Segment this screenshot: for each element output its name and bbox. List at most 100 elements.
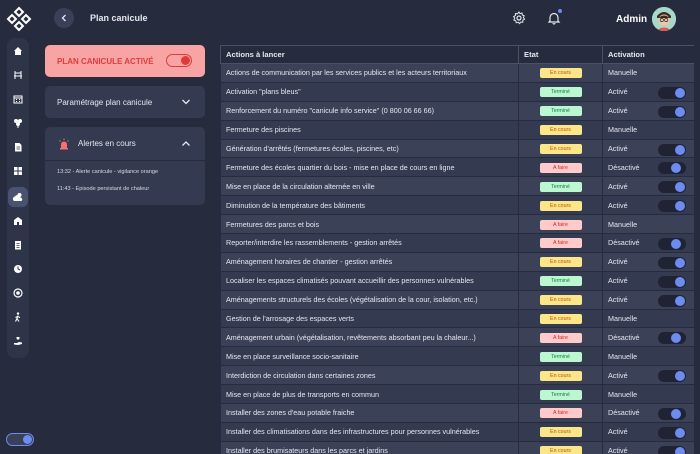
table-row[interactable]: Interdiction de circulation dans certain… <box>220 365 694 386</box>
activation-label: Activé <box>608 276 628 286</box>
actions-table-container: Actions à lancer Etat Activation Actions… <box>220 45 694 454</box>
status-badge: En cours <box>539 257 582 268</box>
action-cell: Localiser les espaces climatisés pouvant… <box>220 270 519 291</box>
state-cell: En cours <box>518 138 603 159</box>
action-cell: Mise en place surveillance socio-sanitai… <box>220 346 519 367</box>
action-cell: Actions de communication par les service… <box>220 63 519 83</box>
table-row[interactable]: Gestion de l'arrosage des espaces verts E… <box>220 308 694 329</box>
table-row[interactable]: Installer des zones d'eau potable fraich… <box>220 403 694 423</box>
activation-toggle[interactable] <box>658 294 686 307</box>
status-badge: En cours <box>539 68 582 79</box>
table-row[interactable]: Mise en place de plus de transports en c… <box>220 384 694 405</box>
table-row[interactable]: Fermeture des piscines En cours Manuelle <box>220 119 694 140</box>
sidebar-item-security[interactable] <box>10 285 26 301</box>
activation-label: Activé <box>608 87 628 97</box>
table-row[interactable]: Reporter/interdire les rassemblements - … <box>220 233 694 253</box>
table-row[interactable]: Localiser les espaces climatisés pouvant… <box>220 270 694 291</box>
activation-toggle[interactable] <box>658 238 686 251</box>
activation-toggle-knob <box>671 163 681 174</box>
state-cell: A faire <box>518 233 603 253</box>
action-cell: Installer des brumisateurs dans les parc… <box>220 440 519 454</box>
activation-label: Manuelle <box>608 125 638 135</box>
person-walking-icon <box>15 312 21 322</box>
sidebar-item-history[interactable] <box>10 261 26 277</box>
table-row[interactable]: Aménagements structurels des écoles (vég… <box>220 289 694 310</box>
table-row[interactable]: Actions de communication par les service… <box>220 63 694 83</box>
sidebar-item-calendar[interactable] <box>10 91 26 107</box>
action-cell: Fermetures des parcs et bois <box>220 214 519 235</box>
activation-toggle[interactable] <box>658 105 686 118</box>
activation-toggle-knob <box>671 239 681 250</box>
sidebar-rail <box>7 38 29 358</box>
activation-cell: Manuelle <box>602 346 694 367</box>
sidebar-item-environment[interactable] <box>10 115 26 131</box>
activation-toggle[interactable] <box>658 86 686 99</box>
sidebar-item-files[interactable] <box>10 237 26 253</box>
sidebar-item-buildings[interactable] <box>10 213 26 229</box>
bell-icon[interactable] <box>547 11 561 25</box>
alerts-header[interactable]: Alertes en cours <box>45 127 205 161</box>
table-row[interactable]: Mise en place de la circulation alternée… <box>220 176 694 197</box>
alert-item: 11:43 - Episode persistant de chaleur <box>57 186 150 192</box>
table-row[interactable]: Fermetures des parcs et bois A faire Manue… <box>220 214 694 235</box>
plan-activation-toggle[interactable] <box>166 54 192 67</box>
sidebar-item-home[interactable] <box>10 43 26 59</box>
activation-toggle[interactable] <box>658 332 686 345</box>
activation-toggle[interactable] <box>658 445 686 454</box>
activation-toggle[interactable] <box>658 275 686 288</box>
table-row[interactable]: Aménagement horaires de chantier - gesti… <box>220 251 694 272</box>
state-cell: En cours <box>518 421 603 442</box>
status-badge: A faire <box>539 162 582 173</box>
activation-label: Activé <box>608 181 628 191</box>
sidebar-item-accessibility[interactable] <box>10 309 26 325</box>
activation-cell: Activé <box>602 195 694 216</box>
status-badge: En cours <box>539 446 582 454</box>
column-header-actions: Actions à lancer <box>220 45 519 64</box>
state-cell: En cours <box>518 195 603 216</box>
table-row[interactable]: Aménagement urbain (végétalisation, revê… <box>220 327 694 348</box>
plan-settings-dropdown[interactable]: Paramétrage plan canicule <box>45 86 205 118</box>
state-cell: A faire <box>518 214 603 235</box>
table-row[interactable]: Activation "plans bleus" Terminé Activé <box>220 81 694 102</box>
table-row[interactable]: Fermeture des écoles quartier du bois - … <box>220 157 694 178</box>
table-row[interactable]: Mise en place surveillance socio-sanitai… <box>220 346 694 367</box>
table-row[interactable]: Renforcement du numéro "canicule info se… <box>220 100 694 121</box>
activation-toggle-knob <box>675 201 685 212</box>
activation-toggle-knob <box>675 106 685 117</box>
activation-toggle-knob <box>675 371 685 382</box>
back-button[interactable] <box>54 8 74 28</box>
activation-toggle[interactable] <box>658 181 686 194</box>
activation-toggle[interactable] <box>658 370 686 383</box>
activation-label: Désactivé <box>608 238 640 248</box>
status-badge: Terminé <box>539 276 582 287</box>
action-cell: Interdiction de circulation dans certain… <box>220 365 519 386</box>
table-row[interactable]: Installer des climatisations dans des in… <box>220 421 694 442</box>
activation-toggle[interactable] <box>658 256 686 269</box>
sidebar-item-furniture[interactable] <box>10 67 26 83</box>
table-row[interactable]: Installer des brumisateurs dans les parc… <box>220 440 694 454</box>
activation-toggle[interactable] <box>658 408 686 421</box>
sidebar-item-heatwave[interactable] <box>8 187 28 207</box>
activation-cell: Activé <box>602 81 694 102</box>
clock-icon <box>14 265 22 273</box>
activation-cell: Activé <box>602 251 694 272</box>
activation-toggle[interactable] <box>658 162 686 175</box>
sidebar-item-solidarity[interactable] <box>10 333 26 349</box>
table-row[interactable]: Génération d'arrêtés (fermetures écoles,… <box>220 138 694 159</box>
avatar[interactable] <box>652 7 676 31</box>
theme-toggle-knob <box>23 435 32 444</box>
sidebar-item-grid[interactable] <box>10 163 26 179</box>
table-row[interactable]: Diminution de la température des bâtimen… <box>220 195 694 216</box>
theme-toggle[interactable] <box>6 433 34 446</box>
flower-icon <box>14 119 22 128</box>
action-cell: Aménagement horaires de chantier - gesti… <box>220 251 519 272</box>
gear-icon[interactable] <box>512 11 526 25</box>
activation-toggle[interactable] <box>658 200 686 213</box>
sidebar-item-documents[interactable] <box>10 139 26 155</box>
activation-toggle[interactable] <box>658 426 686 439</box>
activation-toggle[interactable] <box>658 143 686 156</box>
alerts-title: Alertes en cours <box>78 139 136 148</box>
notification-dot <box>558 9 562 13</box>
activation-cell: Activé <box>602 100 694 121</box>
activation-label: Désactivé <box>608 408 640 418</box>
